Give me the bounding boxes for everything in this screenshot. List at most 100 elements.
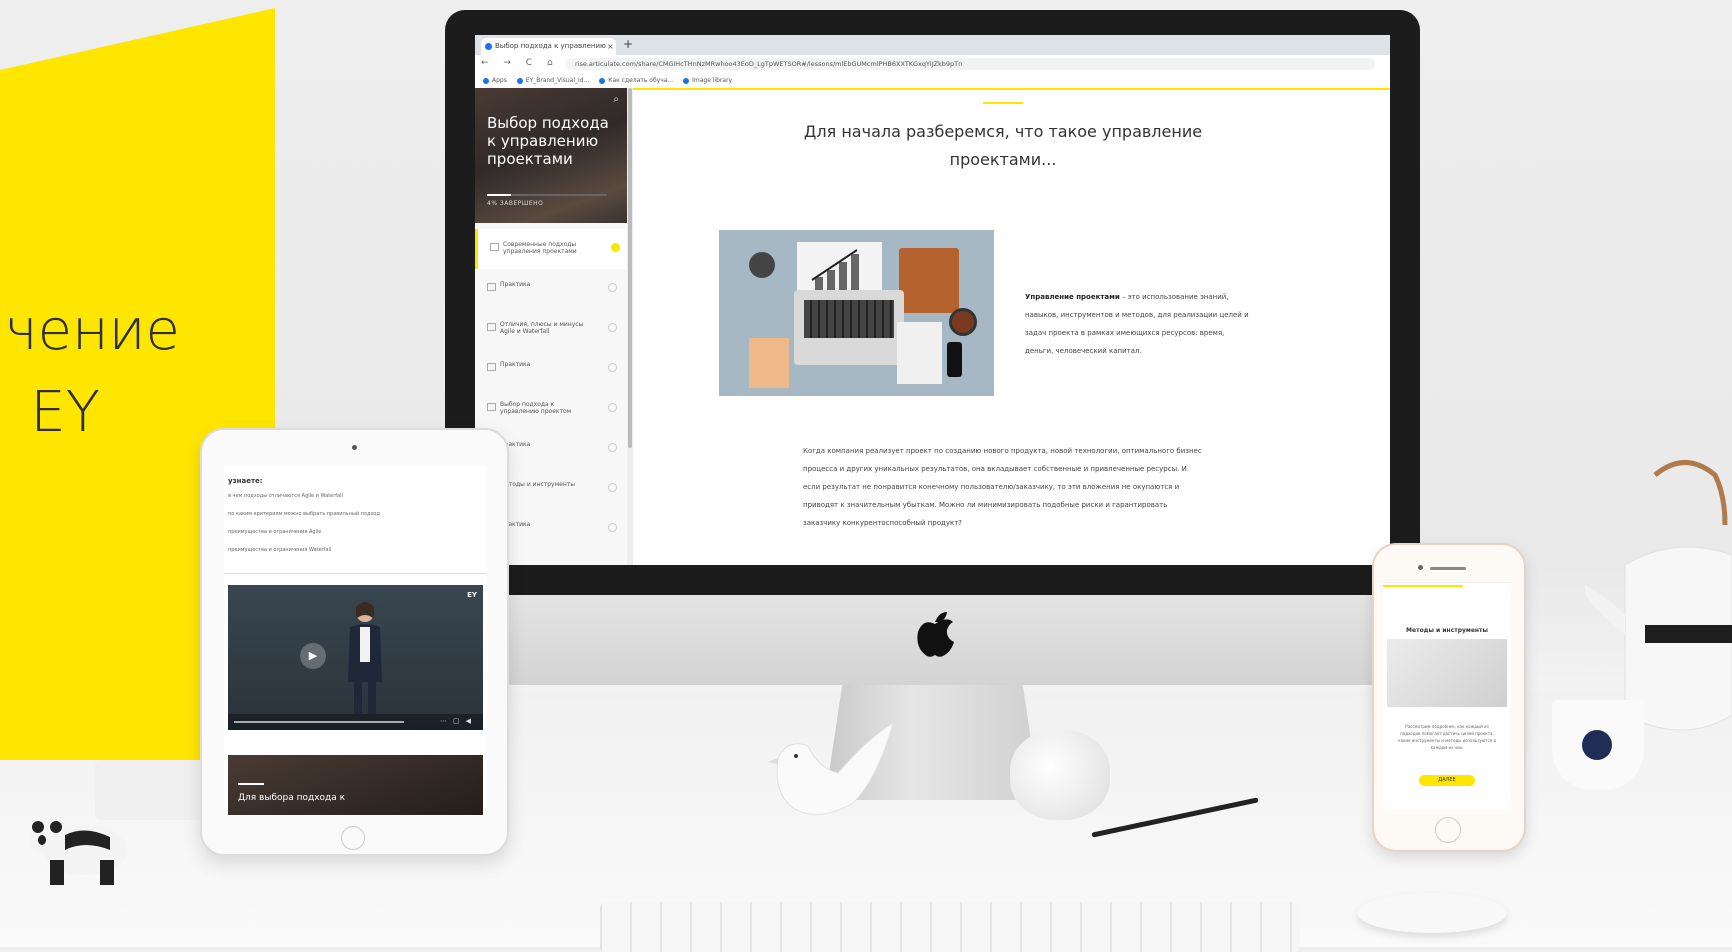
banner-line-1: чение bbox=[4, 298, 181, 363]
bookmark-apps[interactable]: Apps bbox=[483, 77, 507, 84]
iphone-image bbox=[1387, 639, 1507, 707]
iphone-text: Рассмотрим подробнее, как каждый из подх… bbox=[1398, 724, 1496, 750]
cup-with-flower bbox=[1552, 700, 1644, 790]
course-hero: ⌕ Выбор подхода к управлению проектами 4… bbox=[475, 88, 627, 223]
apps-icon bbox=[483, 77, 489, 84]
course-progress-label: 4% ЗАВЕРШЕНО bbox=[487, 200, 544, 207]
video-seekbar[interactable] bbox=[234, 721, 404, 723]
bird-figurine bbox=[768, 721, 894, 815]
bookmark-image-library[interactable]: Image library bbox=[683, 77, 732, 84]
lesson-status-icon bbox=[608, 483, 617, 492]
apple-logo-icon bbox=[917, 612, 954, 657]
crumpled-paper bbox=[1010, 730, 1110, 820]
definition-text: Управление проектами – это использование… bbox=[1025, 288, 1253, 360]
lesson-card[interactable]: Для выбора подхода к bbox=[228, 755, 483, 815]
growth-chart-card bbox=[797, 242, 882, 297]
smartphone bbox=[947, 342, 962, 377]
lesson-status-icon bbox=[608, 363, 617, 372]
iphone-screen: Методы и инструменты Рассмотрим подробне… bbox=[1383, 582, 1511, 810]
lesson-status-icon bbox=[608, 323, 617, 332]
iphone-frame: Методы и инструменты Рассмотрим подробне… bbox=[1372, 543, 1526, 852]
play-button[interactable]: ▶ bbox=[300, 643, 326, 669]
ey-logo: EY bbox=[467, 591, 477, 599]
banner-line-2: EY bbox=[30, 380, 100, 445]
heading-accent bbox=[983, 102, 1023, 104]
video-player[interactable]: EY ▶ ⋯▢◀ bbox=[228, 585, 483, 730]
sidebar-lesson-item[interactable]: Современные подходы управления проектами bbox=[475, 229, 630, 269]
iphone-accent bbox=[1383, 585, 1463, 587]
office-desk-photo bbox=[719, 230, 994, 396]
ipad-list-item: по каким критериям можно выбрать правиль… bbox=[228, 511, 380, 517]
imac-screen: Выбор подхода к управлению × + ← → C ⌂ r… bbox=[475, 35, 1390, 565]
lesson-icon bbox=[487, 403, 496, 411]
laptop bbox=[794, 290, 904, 365]
leather-notebook bbox=[899, 248, 959, 313]
panda-figurine bbox=[30, 821, 127, 885]
lesson-label: Отличия, плюсы и минусы Agile и Waterfal… bbox=[500, 321, 584, 335]
url-field[interactable]: rise.articulate.com/share/CMGiHcTHnNzMRw… bbox=[565, 58, 1375, 70]
definition-term: Управление проектами bbox=[1025, 293, 1120, 301]
lesson-status-icon bbox=[608, 403, 617, 412]
tab-close-icon[interactable]: × bbox=[607, 38, 614, 55]
plant-pot bbox=[749, 252, 775, 278]
lesson-status-icon bbox=[608, 443, 617, 452]
bookmark-icon bbox=[683, 77, 690, 84]
bookmark-icon bbox=[599, 77, 606, 84]
definition-body: – это использование знаний, навыков, инс… bbox=[1025, 293, 1249, 355]
iphone-home-button[interactable] bbox=[1435, 817, 1461, 843]
card-title: Для выбора подхода к bbox=[238, 793, 346, 803]
lesson-heading: Для начала разберемся, что такое управле… bbox=[803, 122, 1203, 169]
lesson-label: Методы и инструменты bbox=[500, 481, 575, 488]
flower-icon bbox=[1582, 730, 1612, 760]
ipad-screen: узнаете: в чем подходы отличаются Agile … bbox=[224, 465, 487, 816]
bookmarks-bar: Apps EY_Brand_Visual_Id... Как сделать о… bbox=[475, 73, 1390, 89]
address-bar: ← → C ⌂ rise.articulate.com/share/CMGiHc… bbox=[475, 55, 1390, 74]
bookmark-icon bbox=[516, 77, 523, 84]
browser-tab[interactable]: Выбор подхода к управлению × bbox=[481, 38, 616, 55]
presenter-figure bbox=[348, 602, 382, 714]
search-icon[interactable]: ⌕ bbox=[613, 94, 619, 105]
bookmark-ey-brand[interactable]: EY_Brand_Visual_Id... bbox=[516, 77, 589, 84]
lesson-paragraph: Когда компания реализует проект по созда… bbox=[803, 447, 1202, 527]
ipad-home-button[interactable] bbox=[341, 826, 365, 850]
lesson-content: Для начала разберемся, что такое управле… bbox=[633, 88, 1390, 565]
lesson-status-icon bbox=[608, 523, 617, 532]
lesson-label: Практика bbox=[500, 281, 531, 288]
tab-favicon-icon bbox=[485, 43, 492, 50]
lesson-icon bbox=[487, 283, 496, 291]
next-button[interactable]: ДАЛЕЕ bbox=[1419, 775, 1475, 786]
iphone-camera bbox=[1418, 565, 1423, 570]
keyboard bbox=[600, 902, 1300, 952]
clipboard-paper bbox=[897, 322, 942, 384]
nav-buttons[interactable]: ← → C ⌂ bbox=[481, 58, 559, 68]
coffee-cup bbox=[949, 308, 977, 336]
ipad-list-item: преимущества и ограничения Agile bbox=[228, 529, 322, 535]
sidebar-lesson-item[interactable]: Практика bbox=[475, 269, 627, 309]
lesson-icon bbox=[490, 243, 499, 251]
sidebar-lesson-item[interactable]: Выбор подхода к управлению проектом bbox=[475, 389, 627, 429]
sidebar-lesson-item[interactable]: Отличия, плюсы и минусы Agile и Waterfal… bbox=[475, 309, 627, 349]
video-control-icons[interactable]: ⋯▢◀ bbox=[440, 717, 477, 725]
lesson-status-icon bbox=[611, 243, 620, 252]
browser-tabbar: Выбор подхода к управлению × + bbox=[475, 35, 1390, 55]
divider bbox=[224, 573, 487, 574]
magic-mouse bbox=[1357, 893, 1507, 933]
lesson-label: Практика bbox=[500, 441, 531, 448]
course-progress-bar bbox=[487, 194, 607, 196]
lesson-label: Выбор подхода к управлению проектом bbox=[500, 401, 572, 415]
new-tab-button[interactable]: + bbox=[623, 37, 633, 51]
ipad-camera bbox=[352, 445, 357, 450]
ipad-frame: узнаете: в чем подходы отличаются Agile … bbox=[200, 428, 509, 856]
card-accent bbox=[238, 783, 264, 785]
ipad-list-item: преимущества и ограничения Waterfall bbox=[228, 547, 332, 553]
sidebar-lesson-item[interactable]: Практика bbox=[475, 349, 627, 389]
ipad-list-item: в чем подходы отличаются Agile и Waterfa… bbox=[228, 493, 343, 499]
lesson-label: Современные подходы управления проектами bbox=[503, 241, 577, 255]
sticky-notes bbox=[749, 338, 789, 388]
bookmark-howto[interactable]: Как сделать обуча... bbox=[599, 77, 673, 84]
ipad-list-heading: узнаете: bbox=[228, 477, 263, 485]
iphone-speaker bbox=[1430, 567, 1466, 570]
lesson-label: Практика bbox=[500, 521, 531, 528]
lesson-icon bbox=[487, 323, 496, 331]
lesson-status-icon bbox=[608, 283, 617, 292]
